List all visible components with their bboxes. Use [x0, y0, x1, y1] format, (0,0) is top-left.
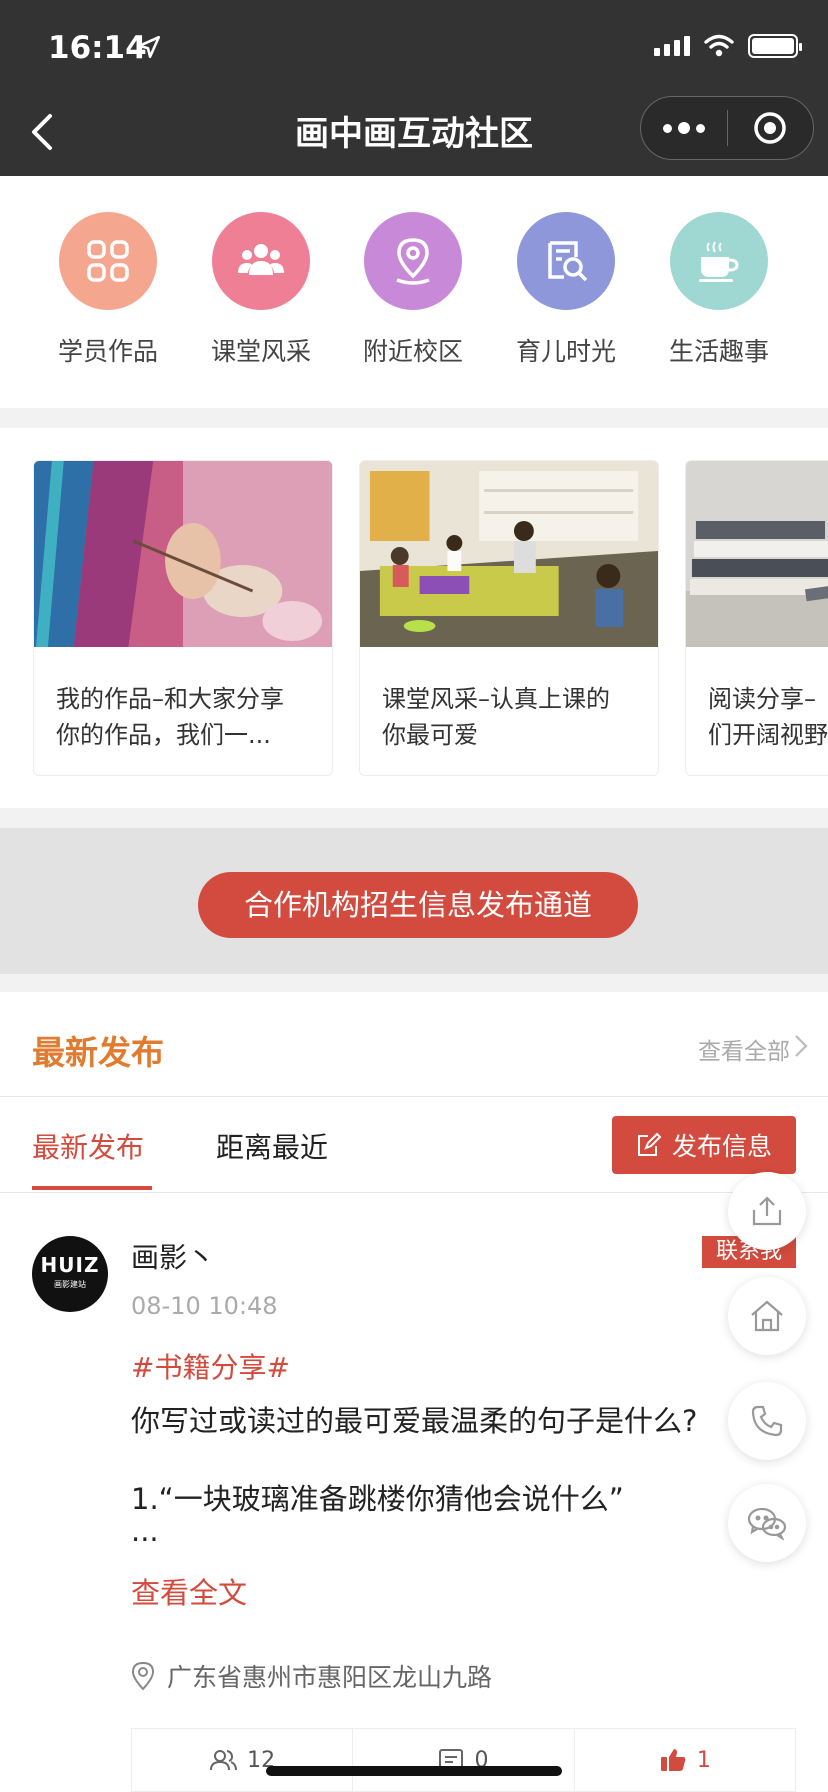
thumbs-up-icon	[660, 1749, 686, 1771]
category-label: 课堂风采	[210, 337, 311, 366]
article-title: 阅读分享– 们开阔视野	[686, 651, 828, 753]
post-text-line: ...	[131, 1514, 159, 1548]
divider	[0, 1192, 828, 1193]
avatar[interactable]: HUIZ 画影建站	[32, 1236, 108, 1312]
recruit-channel-button[interactable]: 合作机构招生信息发布通道	[198, 872, 638, 938]
home-indicator	[266, 1766, 562, 1776]
wechat-button[interactable]	[728, 1484, 806, 1562]
share-button[interactable]	[728, 1172, 806, 1250]
share-icon	[752, 1196, 782, 1226]
more-dots-icon[interactable]	[641, 97, 727, 159]
divider	[0, 1096, 828, 1097]
category-label: 育儿时光	[515, 337, 616, 366]
article-title-line: 们开阔视野	[708, 721, 828, 749]
chevron-right-icon	[795, 1035, 808, 1057]
article-title-line: 我的作品–和大家分享	[56, 685, 284, 713]
author-name[interactable]: 画影丶	[131, 1236, 215, 1276]
post-text-line: 你写过或读过的最可爱最温柔的句子是什么?	[131, 1404, 698, 1438]
article-carousel: 我的作品–和大家分享 你的作品，我们一... 课堂风采–认真上课的 你最可爱 阅…	[0, 428, 828, 808]
signal-icon	[654, 36, 690, 56]
read-full-text-link[interactable]: 查看全文	[131, 1570, 247, 1612]
article-card[interactable]: 课堂风采–认真上课的 你最可爱	[359, 460, 659, 776]
article-card[interactable]: 我的作品–和大家分享 你的作品，我们一...	[33, 460, 333, 776]
category-grid: 学员作品 课堂风采 附近校区 育儿时光 生活趣事	[0, 176, 828, 408]
category-label: 生活趣事	[668, 337, 769, 366]
publish-button[interactable]: 发布信息	[612, 1116, 796, 1174]
home-button[interactable]	[728, 1277, 806, 1355]
likes-count: 1	[696, 1747, 711, 1773]
category-classroom[interactable]: 课堂风采	[186, 212, 336, 368]
category-life-fun[interactable]: 生活趣事	[644, 212, 794, 368]
view-all-link[interactable]: 查看全部	[698, 1032, 790, 1066]
post-time: 08-10 10:48	[131, 1292, 278, 1320]
avatar-logo-text: HUIZ	[40, 1253, 100, 1277]
book-search-icon	[517, 212, 615, 310]
post-location: 广东省惠州市惠阳区龙山九路	[131, 1658, 492, 1694]
status-time: 16:14	[48, 30, 147, 66]
likes-stat[interactable]: 1	[575, 1729, 795, 1791]
location-pin-icon	[364, 212, 462, 310]
location-text: 广东省惠州市惠阳区龙山九路	[167, 1663, 493, 1692]
article-title-line: 课堂风采–认真上课的	[382, 685, 610, 713]
active-tab-indicator	[32, 1186, 152, 1190]
post-tag[interactable]: #书籍分享#	[131, 1346, 290, 1386]
edit-icon	[637, 1132, 662, 1156]
status-icons	[654, 34, 802, 58]
views-stat[interactable]: 12	[132, 1729, 354, 1791]
section-title: 最新发布	[32, 1033, 164, 1072]
call-button[interactable]	[728, 1382, 806, 1460]
top-bar: 16:14 画中画互动社区	[0, 0, 828, 176]
comments-stat[interactable]: 0	[353, 1729, 575, 1791]
books-image	[686, 461, 828, 647]
phone-icon	[751, 1405, 783, 1437]
coffee-cup-icon	[670, 212, 768, 310]
category-label: 附近校区	[362, 337, 463, 366]
article-title: 我的作品–和大家分享 你的作品，我们一...	[34, 651, 332, 753]
group-icon	[212, 212, 310, 310]
close-target-icon[interactable]	[728, 110, 814, 146]
battery-icon	[748, 34, 802, 58]
category-label: 学员作品	[57, 337, 158, 366]
article-title-line: 阅读分享–	[708, 685, 816, 713]
article-title: 课堂风采–认真上课的 你最可爱	[360, 651, 658, 753]
avatar-sub-text: 画影建站	[54, 1280, 86, 1289]
grid-icon	[59, 212, 157, 310]
latest-section: 最新发布 查看全部 最新发布 距离最近 发布信息 HUIZ 画影建站 画影丶 联…	[0, 992, 828, 1792]
article-title-line: 你最可爱	[382, 721, 478, 749]
wifi-icon	[704, 34, 734, 57]
tab-nearest[interactable]: 距离最近	[216, 1126, 328, 1166]
home-icon	[751, 1300, 783, 1332]
category-nearby-campus[interactable]: 附近校区	[338, 212, 488, 368]
mini-program-capsule	[640, 96, 814, 160]
publish-label: 发布信息	[671, 1132, 772, 1161]
post-text-line: 1.“一块玻璃准备跳楼你猜他会说什么”	[131, 1482, 624, 1516]
category-student-works[interactable]: 学员作品	[33, 212, 183, 368]
post-stats-bar: 12 0 1	[131, 1728, 796, 1792]
recruit-banner: 合作机构招生信息发布通道	[0, 828, 828, 974]
wechat-icon	[747, 1507, 787, 1540]
classroom-image	[360, 461, 658, 647]
people-icon	[210, 1750, 238, 1771]
location-pin-icon	[131, 1661, 155, 1691]
article-title-line: 你的作品，我们一...	[56, 721, 271, 749]
category-parenting[interactable]: 育儿时光	[491, 212, 641, 368]
painting-image	[34, 461, 332, 647]
article-card[interactable]: 阅读分享– 们开阔视野	[685, 460, 828, 776]
tab-latest[interactable]: 最新发布	[32, 1126, 144, 1166]
location-arrow-icon	[137, 35, 161, 59]
